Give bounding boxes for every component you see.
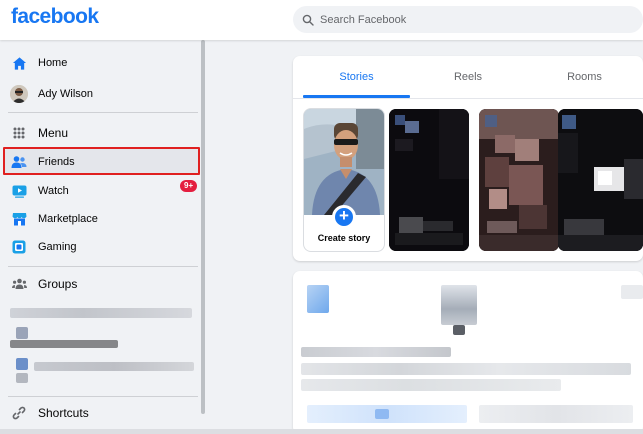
sidebar-divider <box>8 396 198 397</box>
sidebar-item-label: Ady Wilson <box>38 88 94 100</box>
sidebar-item-home[interactable]: Home <box>4 50 200 76</box>
blurred-post-menu[interactable] <box>621 285 643 299</box>
groups-icon <box>10 275 28 293</box>
sidebar-item-shortcuts[interactable]: Shortcuts <box>4 400 200 426</box>
search-box[interactable] <box>293 6 643 33</box>
sidebar-divider <box>8 266 198 267</box>
sidebar-item-menu[interactable]: Menu <box>4 120 200 146</box>
create-story-card[interactable]: + Create story <box>304 109 384 251</box>
sidebar-item-label: Shortcuts <box>38 406 89 420</box>
sidebar-item-gaming[interactable]: Gaming <box>4 234 200 260</box>
search-icon <box>302 14 314 26</box>
gaming-icon <box>10 238 28 256</box>
blurred-group-item[interactable] <box>10 340 118 348</box>
profile-avatar <box>10 85 28 103</box>
story-card[interactable] <box>389 109 469 251</box>
sidebar-item-groups[interactable]: Groups <box>4 271 200 297</box>
blurred-post-action[interactable] <box>479 405 633 423</box>
blurred-group-item[interactable] <box>10 308 192 318</box>
sidebar-item-label: Marketplace <box>38 213 98 225</box>
blurred-group-icon <box>16 358 28 370</box>
story-card[interactable] <box>558 109 643 251</box>
blurred-post-action-icon <box>375 409 389 419</box>
sidebar-item-label: Home <box>38 57 68 69</box>
add-story-button[interactable]: + <box>332 205 356 229</box>
sidebar-item-watch[interactable]: Watch <box>4 178 200 204</box>
tab-rooms[interactable]: Rooms <box>526 56 643 98</box>
sidebar-item-label: Watch <box>38 185 69 197</box>
blurred-group-icon <box>16 327 28 339</box>
link-icon <box>10 404 28 422</box>
facebook-logo[interactable]: facebook <box>11 5 99 29</box>
create-story-label: Create story <box>317 233 371 243</box>
notification-badge: 9+ <box>180 180 198 192</box>
blurred-post-text <box>301 347 451 357</box>
blurred-post-text <box>301 363 631 375</box>
friends-highlight-box <box>3 147 200 175</box>
sidebar-item-label: Menu <box>38 126 69 140</box>
blurred-post-image <box>441 285 477 325</box>
watch-icon <box>10 182 28 200</box>
top-bar: facebook <box>0 0 643 40</box>
menu-grid-icon <box>10 124 28 142</box>
left-sidebar: Home Ady Wilson Menu Friends Watch 9+ Ma… <box>0 40 210 434</box>
blurred-group-icon <box>16 373 28 383</box>
tabs-divider <box>293 98 643 99</box>
stories-card: Stories Reels Rooms + Create story <box>293 56 643 261</box>
blurred-group-item[interactable] <box>34 362 194 371</box>
story-card[interactable] <box>479 109 559 251</box>
sidebar-item-label: Gaming <box>38 241 77 253</box>
sidebar-item-label: Groups <box>38 277 78 291</box>
home-icon <box>10 54 28 72</box>
profile-photo <box>304 109 384 215</box>
sidebar-divider <box>8 112 198 113</box>
marketplace-icon <box>10 210 28 228</box>
search-input[interactable] <box>320 13 620 26</box>
post-card <box>293 271 643 434</box>
blurred-post-avatar[interactable] <box>307 285 329 313</box>
sidebar-item-profile[interactable]: Ady Wilson <box>4 81 200 107</box>
blurred-post-image <box>453 325 465 335</box>
bottom-scroll-edge <box>0 429 643 434</box>
sidebar-item-marketplace[interactable]: Marketplace <box>4 206 200 232</box>
tab-reels[interactable]: Reels <box>410 56 526 98</box>
blurred-post-text <box>301 379 561 391</box>
sidebar-scrollbar[interactable] <box>201 40 205 414</box>
tab-stories[interactable]: Stories <box>303 56 410 98</box>
